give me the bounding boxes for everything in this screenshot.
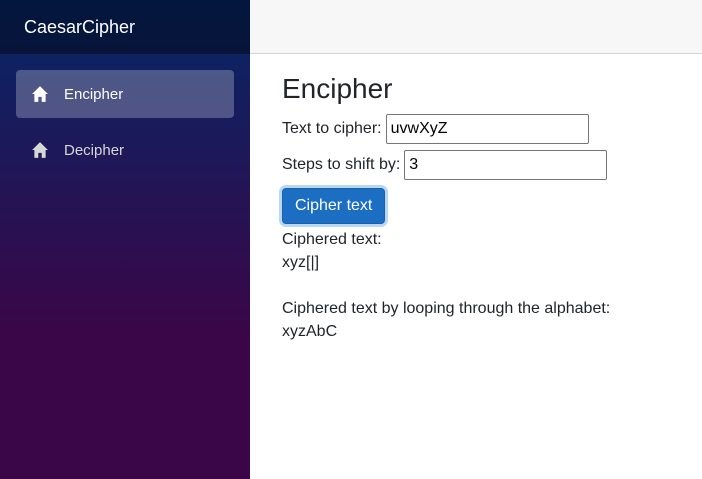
nav-item-label: Encipher — [64, 85, 124, 103]
text-to-cipher-input[interactable] — [385, 114, 589, 144]
steps-label: Steps to shift by: — [282, 156, 401, 173]
nav-item-decipher[interactable]: Decipher — [16, 126, 234, 174]
text-row: Text to cipher: — [282, 114, 702, 144]
sidebar: CaesarCipher Encipher Decipher — [0, 0, 250, 479]
brand-title[interactable]: CaesarCipher — [0, 0, 250, 54]
home-icon — [32, 86, 48, 102]
ciphered-text-label: Ciphered text: — [282, 231, 382, 248]
main-content: Encipher Text to cipher: Steps to shift … — [282, 72, 702, 343]
top-bar — [250, 0, 702, 54]
home-icon — [32, 142, 48, 158]
steps-input[interactable] — [404, 150, 608, 180]
nav-item-label: Decipher — [64, 141, 125, 159]
ciphered-text-value: xyz[|] — [282, 254, 320, 271]
looped-text-label: Ciphered text by looping through the alp… — [282, 300, 611, 317]
looped-text-value: xyzAbC — [282, 323, 338, 340]
steps-row: Steps to shift by: — [282, 150, 702, 180]
nav-menu: Encipher Decipher — [0, 54, 250, 174]
page-title: Encipher — [282, 73, 393, 104]
nav-item-encipher[interactable]: Encipher — [16, 70, 234, 118]
cipher-text-button[interactable]: Cipher text — [282, 188, 386, 224]
text-to-cipher-label: Text to cipher: — [282, 120, 382, 137]
